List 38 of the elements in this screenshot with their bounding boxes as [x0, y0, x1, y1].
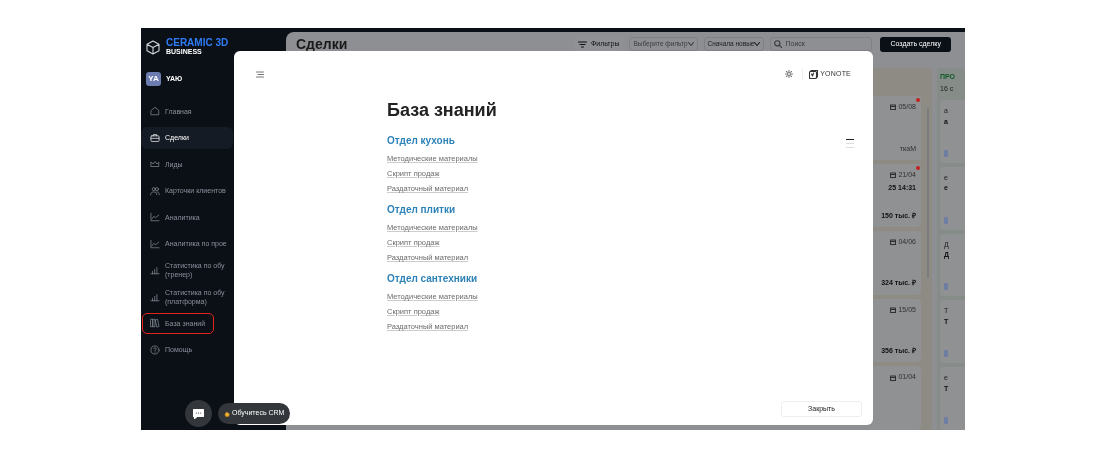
home-icon — [150, 106, 160, 117]
search-icon — [774, 40, 783, 48]
section-heading: Отдел кухонь — [387, 134, 455, 148]
chat-button[interactable] — [185, 400, 212, 427]
crown-icon — [150, 159, 160, 170]
calendar-icon — [890, 104, 897, 111]
toc-markers — [846, 139, 854, 148]
users-icon — [150, 185, 160, 196]
section-heading: Отдел сантехники — [387, 272, 478, 286]
tag-chip — [944, 283, 948, 291]
calendar-icon — [890, 171, 897, 178]
books-icon — [150, 318, 160, 329]
menu-icon — [256, 70, 264, 78]
help-icon — [150, 344, 160, 355]
chevron-down-icon — [754, 42, 761, 46]
line-chart-icon — [150, 212, 160, 223]
bar-chart-icon — [150, 265, 160, 276]
line-chart-icon — [150, 238, 160, 249]
user-avatar: YA — [146, 72, 161, 86]
cube-icon — [146, 39, 160, 55]
tag-chip — [944, 417, 948, 424]
calendar-icon — [890, 374, 897, 381]
tag-chip — [944, 350, 948, 358]
calendar-icon — [890, 239, 897, 246]
brand-name: CERAMIC 3D — [166, 38, 229, 47]
briefcase-icon — [150, 132, 160, 143]
logo-icon — [809, 69, 819, 79]
chevron-down-icon — [687, 42, 694, 46]
page-title: Сделки — [296, 36, 348, 52]
page-heading: База знаний — [387, 99, 497, 122]
sun-icon — [785, 70, 794, 78]
section-heading: Отдел плитки — [387, 203, 456, 217]
tag-chip — [944, 216, 948, 224]
bar-chart-icon — [150, 291, 160, 302]
calendar-icon — [890, 307, 897, 314]
chat-icon — [193, 408, 204, 419]
filter-icon — [577, 40, 587, 48]
tag-chip — [944, 149, 948, 157]
